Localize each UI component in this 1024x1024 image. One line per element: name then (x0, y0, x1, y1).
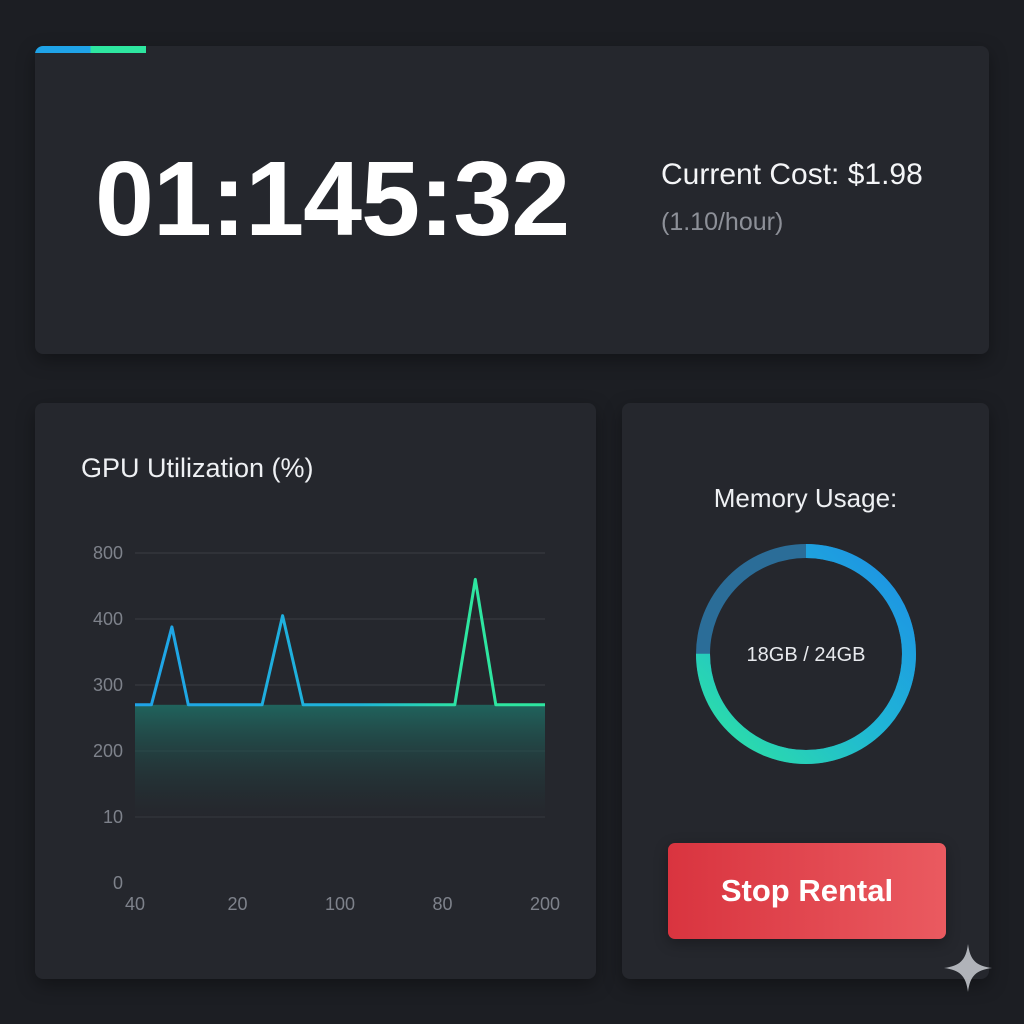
hourly-rate: (1.10/hour) (661, 208, 784, 236)
timer-card: 01:145:32 Current Cost: $1.98 (1.10/hour… (35, 46, 989, 354)
memory-usage-ring: 18GB / 24GB (696, 544, 916, 764)
memory-usage-label: 18GB / 24GB (747, 644, 866, 666)
chart-y-ticks: 800400300200100 (93, 543, 123, 893)
chart-x-ticks: 40 20 100 80 200 (125, 894, 560, 914)
elapsed-timer: 01:145:32 (95, 140, 570, 258)
y-tick-label: 400 (93, 609, 123, 629)
session-progress-fill (35, 46, 146, 53)
memory-usage-title: Memory Usage: (713, 483, 898, 513)
x-tick-label: 20 (227, 894, 247, 914)
current-cost: Current Cost: $1.98 (661, 158, 923, 191)
y-tick-label: 800 (93, 543, 123, 563)
gpu-utilization-chart: 800400300200100 40 20 100 80 200 (93, 543, 560, 914)
y-tick-label: 300 (93, 675, 123, 695)
sparkle-icon (944, 944, 992, 992)
chart-area-fill (135, 704, 545, 818)
gpu-utilization-card: GPU Utilization (%) 800 400 300 200 10 0 40 20… (35, 403, 596, 979)
chart-area (135, 704, 545, 818)
x-tick-label: 100 (325, 894, 355, 914)
y-tick-label: 0 (113, 873, 123, 893)
x-tick-label: 80 (432, 894, 452, 914)
chart-series-line (135, 577, 545, 707)
session-progress-bar (35, 46, 989, 53)
rental-dashboard: 01:145:32 Current Cost: $1.98 (1.10/hour… (0, 0, 1024, 1024)
x-tick-label: 200 (530, 894, 560, 914)
stop-rental-button[interactable]: Stop Rental (668, 843, 946, 939)
y-tick-label: 10 (103, 807, 123, 827)
gpu-series-line (135, 577, 545, 707)
x-tick-label: 40 (125, 894, 145, 914)
memory-usage-card: Memory Usage: 18GB / 24GB Stop Rental (622, 403, 989, 979)
y-tick-label: 200 (93, 741, 123, 761)
